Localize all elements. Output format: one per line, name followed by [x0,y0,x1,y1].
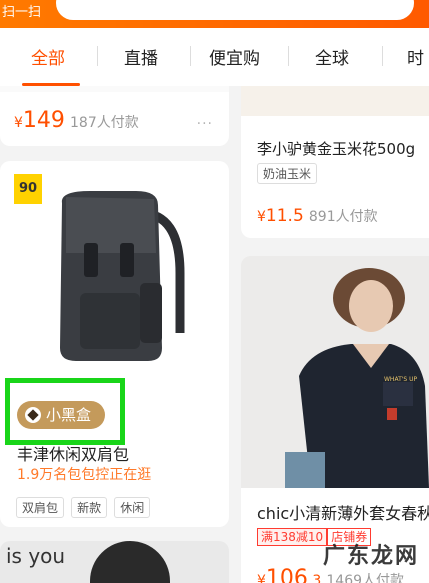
product-subtitle: 1.9万名包包控正在逛 [17,467,152,483]
product-card-backpack[interactable]: 90 丰津休闲双肩包 1.9万名包包控正在逛 双肩包 新款 休闲 [0,161,229,527]
coupon-badge: 满138减10 [257,528,328,546]
product-card-jacket[interactable]: WHAT'S UP chic小清新薄外套女春秋 满138减10 店铺券 ¥106.… [241,256,429,583]
search-input[interactable] [56,0,414,20]
product-card-popcorn[interactable]: 李小驴黄金玉米花500g 奶油玉米 ¥11.5 891人付款 [241,86,429,238]
price: 11.5 [265,206,304,226]
product-image-edge [0,86,229,92]
sold-count: 891人付款 [308,209,378,225]
tab-divider [382,46,383,66]
product-image-edge [241,86,429,116]
model-image [241,256,429,488]
tab-divider [288,46,289,66]
overlay-text: is you [6,544,66,568]
tag-row: 奶油玉米 [257,163,319,184]
tag-row: 双肩包 新款 休闲 [16,497,152,518]
price: 149 [22,108,65,133]
tab-divider [97,46,98,66]
tab-divider [190,46,191,66]
tag: 新款 [71,497,108,518]
more-icon[interactable]: ··· [197,116,213,132]
tag: 休闲 [114,497,151,518]
tag: 奶油玉米 [257,163,318,184]
product-image: WHAT'S UP [241,256,429,488]
sold-count: 187人付款 [70,115,139,131]
tab-global[interactable]: 全球 [315,44,349,69]
shirt-print: WHAT'S UP [384,376,418,383]
price-row: ¥11.5 891人付款 [257,206,378,226]
backpack-image [60,191,185,361]
highlight-box [5,378,125,445]
product-title: 李小驴黄金玉米花500g [257,140,416,158]
person-image [90,541,170,583]
watermark: 广东龙网 [322,544,419,569]
scan-button[interactable]: 扫一扫 [2,1,41,20]
top-search-bar: 扫一扫 [0,0,429,28]
tab-cheap[interactable]: 便宜购 [209,44,260,69]
tab-live[interactable]: 直播 [124,44,158,69]
tab-more[interactable]: 时 [407,44,424,69]
price: 106 [265,566,308,583]
badge-90: 90 [14,174,42,204]
price-row: ¥149 187人付款 [14,108,139,133]
category-tabs: 全部 直播 便宜购 全球 时 [0,28,429,86]
tag: 双肩包 [16,497,65,518]
tab-all[interactable]: 全部 [31,44,65,69]
product-card[interactable]: ¥149 187人付款 ··· [0,86,229,146]
sold-count: 1469人付款 [326,573,405,583]
product-title: chic小清新薄外套女春秋 [257,504,429,523]
product-card[interactable]: is you [0,541,229,583]
